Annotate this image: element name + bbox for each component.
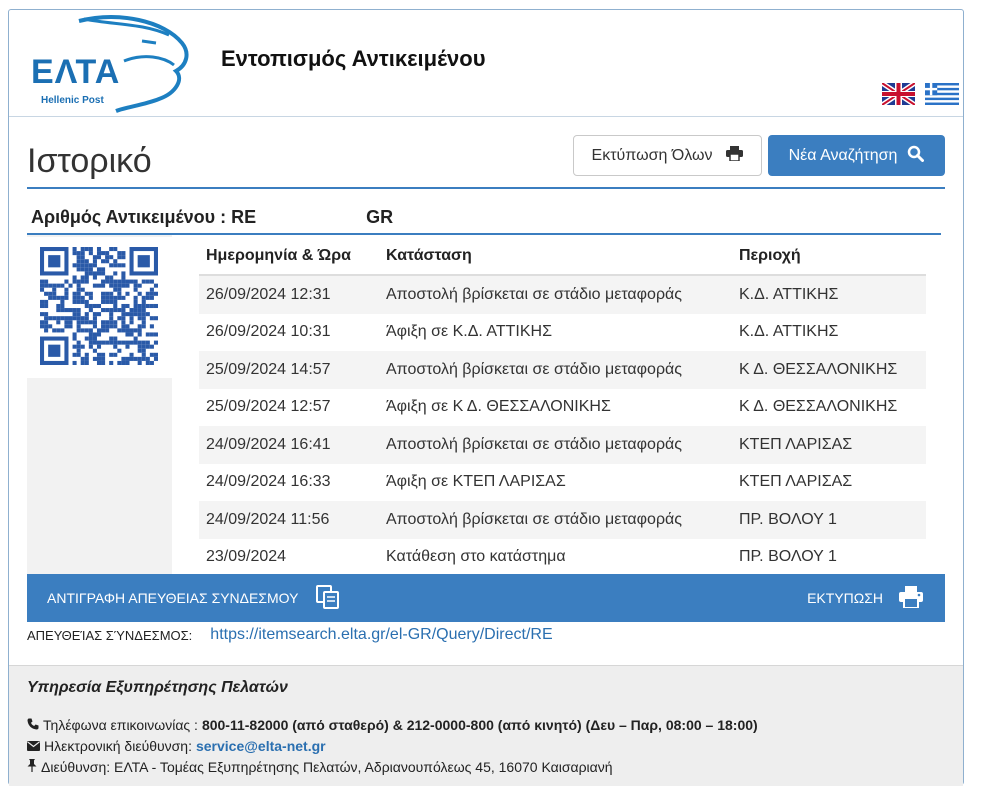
search-icon xyxy=(907,145,925,167)
print-button[interactable]: ΕΚΤΥΠΩΣΗ xyxy=(807,574,923,622)
printer-icon xyxy=(899,585,923,611)
new-search-label: Νέα Αναζήτηση xyxy=(788,146,898,164)
copy-link-button[interactable]: ΑΝΤΙΓΡΑΦΗ ΑΠΕΥΘΕΙΑΣ ΣΥΝΔΕΣΜΟΥ xyxy=(47,574,340,622)
table-row: 26/09/2024 10:31 Άφιξη σε Κ.Δ. ΑΤΤΙΚΗΣ Κ.Δ… xyxy=(206,323,839,341)
new-search-button[interactable]: Νέα Αναζήτηση xyxy=(768,135,945,176)
customer-service-title: Υπηρεσία Εξυπηρέτησης Πελατών xyxy=(27,679,288,696)
page-title: Εντοπισμός Αντικειμένου xyxy=(221,46,486,71)
divider xyxy=(27,187,945,189)
history-title: Ιστορικό xyxy=(27,142,152,180)
email-label: Ηλεκτρονική διεύθυνση: xyxy=(44,738,192,754)
column-header-status: Κατάσταση xyxy=(379,237,732,276)
direct-link-label: ΑΠΕΥΘΕΊΑΣ ΣΎΝΔΕΣΜΟΣ: xyxy=(27,627,193,643)
action-bar: ΑΝΤΙΓΡΑΦΗ ΑΠΕΥΘΕΙΑΣ ΣΥΝΔΕΣΜΟΥ ΕΚΤΥΠΩΣΗ xyxy=(27,574,945,622)
address-row: Διεύθυνση: ΕΛΤΑ - Τομέας Εξυπηρέτησης Πε… xyxy=(27,759,613,775)
table-header-row: Ημερομηνία & Ώρα Κατάσταση Περιοχή xyxy=(199,237,926,276)
item-number: Αριθμός Αντικειμένου : RE GR xyxy=(31,207,394,227)
direct-link[interactable]: https://itemsearch.elta.gr/el-GR/Query/D… xyxy=(210,626,552,644)
greek-flag-icon[interactable] xyxy=(925,83,959,105)
logo-subtext: Hellenic Post xyxy=(41,95,104,106)
print-all-label: Εκτύπωση Όλων xyxy=(591,146,713,164)
english-flag-icon[interactable] xyxy=(880,80,917,108)
table-row: 26/09/2024 12:31 Αποστολή βρίσκεται σε στ… xyxy=(199,275,926,314)
column-header-datetime: Ημερομηνία & Ώρα xyxy=(199,237,379,276)
column-header-area: Περιοχή xyxy=(732,237,926,276)
print-all-button[interactable]: Εκτύπωση Όλων xyxy=(573,135,762,176)
email-row: Ηλεκτρονική διεύθυνση: service@elta-net.… xyxy=(27,738,326,754)
direct-link-row: ΑΠΕΥΘΕΊΑΣ ΣΎΝΔΕΣΜΟΣ: https://itemsearch.… xyxy=(27,626,553,644)
header: ΕΛΤΑ Hellenic Post Εντοπισμός Αντικειμέν… xyxy=(9,10,963,117)
history-table: Ημερομηνία & Ώρα Κατάσταση Περιοχή 26/09… xyxy=(199,237,926,576)
email-link[interactable]: service@elta-net.gr xyxy=(196,738,326,754)
envelope-icon xyxy=(27,738,40,754)
pin-icon xyxy=(27,759,37,775)
print-label: ΕΚΤΥΠΩΣΗ xyxy=(807,590,883,606)
phone-label: Τηλέφωνα επικοινωνίας : xyxy=(43,717,198,733)
table-row: 24/09/2024 11:56 Αποστολή βρίσκεται σε στ… xyxy=(199,501,926,539)
copy-icon xyxy=(316,584,340,612)
footer: Υπηρεσία Εξυπηρέτησης Πελατών Τηλέφωνα ε… xyxy=(9,665,963,786)
phone-row: Τηλέφωνα επικοινωνίας : 800-11-82000 (απ… xyxy=(27,717,758,733)
table-row: 25/09/2024 14:57 Αποστολή βρίσκεται σε στ… xyxy=(199,351,926,389)
address-text: Διεύθυνση: ΕΛΤΑ - Τομέας Εξυπηρέτησης Πε… xyxy=(41,759,613,775)
phone-icon xyxy=(27,717,39,733)
table-row: 25/09/2024 12:57 Άφιξη σε Κ Δ. ΘΕΣΣΑΛΟΝΙΚ… xyxy=(206,398,898,416)
table-row: 24/09/2024 16:41 Αποστολή βρίσκεται σε στ… xyxy=(199,426,926,464)
phone-value: 800-11-82000 (από σταθερό) & 212-0000-80… xyxy=(201,717,758,733)
copy-link-label: ΑΝΤΙΓΡΑΦΗ ΑΠΕΥΘΕΙΑΣ ΣΥΝΔΕΣΜΟΥ xyxy=(47,590,299,606)
logo-text: ΕΛΤΑ xyxy=(31,53,121,91)
printer-icon xyxy=(726,145,744,166)
qr-code xyxy=(27,237,172,378)
table-row: 23/09/2024 Κατάθεση στο κατάστημα ΠΡ. ΒΟΛΟ… xyxy=(206,548,837,566)
table-row: 24/09/2024 16:33 Άφιξη σε ΚΤΕΠ ΛΑΡΙΣΑΣ ΚΤΕ… xyxy=(206,473,853,491)
page-frame: ΕΛΤΑ Hellenic Post Εντοπισμός Αντικειμέν… xyxy=(8,9,964,786)
elta-logo[interactable]: ΕΛΤΑ Hellenic Post xyxy=(24,13,194,113)
